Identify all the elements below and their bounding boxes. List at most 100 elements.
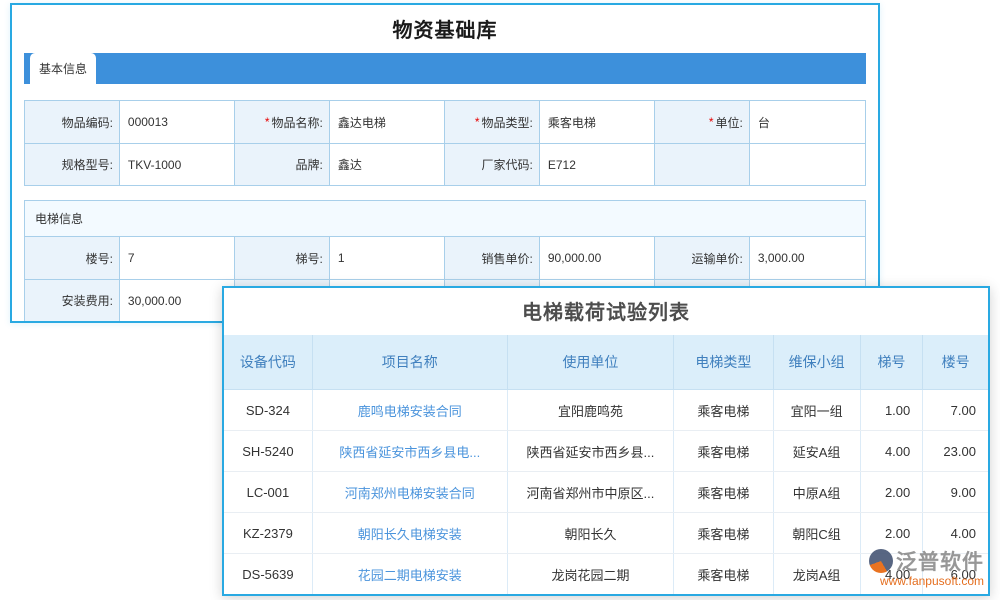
basic-info-table: 物品编码: 000013 *物品名称: 鑫达电梯 *物品类型: 乘客电梯 *单位… bbox=[24, 100, 866, 186]
field-label-unit: *单位: bbox=[655, 101, 750, 143]
cell-device-code: SH-5240 bbox=[224, 431, 312, 471]
table-row: SD-324 鹿鸣电梯安装合同 宜阳鹿鸣苑 乘客电梯 宜阳一组 1.00 7.0… bbox=[224, 390, 988, 431]
table-header-row: 设备代码 项目名称 使用单位 电梯类型 维保小组 梯号 楼号 bbox=[224, 335, 988, 390]
field-label-item-name: *物品名称: bbox=[235, 101, 330, 143]
cell-maintenance-group: 宜阳一组 bbox=[773, 390, 860, 430]
cell-lift-no: 2.00 bbox=[860, 513, 923, 553]
cell-building-no: 23.00 bbox=[922, 431, 988, 471]
field-value-transport-price[interactable]: 3,000.00 bbox=[750, 237, 865, 279]
field-value-lift-no[interactable]: 1 bbox=[330, 237, 445, 279]
field-label-lift-no: 梯号: bbox=[235, 237, 330, 279]
cell-lift-no: 2.00 bbox=[860, 472, 923, 512]
column-header-maintenance-group: 维保小组 bbox=[773, 335, 860, 389]
cell-using-unit: 陕西省延安市西乡县... bbox=[507, 431, 674, 471]
cell-lift-no: 4.00 bbox=[860, 431, 923, 471]
field-value-install-fee[interactable]: 30,000.00 bbox=[120, 279, 235, 321]
cell-maintenance-group: 朝阳C组 bbox=[773, 513, 860, 553]
screen: 物资基础库 基本信息 物品编码: 000013 *物品名称: 鑫达电梯 *物品类… bbox=[0, 0, 1000, 600]
field-label-text: 楼号: bbox=[86, 250, 113, 267]
field-value-building-no[interactable]: 7 bbox=[120, 237, 235, 279]
tab-bar: 基本信息 bbox=[24, 53, 866, 84]
field-label-text: 运输单价: bbox=[692, 250, 743, 267]
field-value-brand[interactable]: 鑫达 bbox=[330, 143, 445, 185]
cell-maintenance-group: 中原A组 bbox=[773, 472, 860, 512]
cell-device-code: SD-324 bbox=[224, 390, 312, 430]
project-link[interactable]: 河南郑州电梯安装合同 bbox=[345, 483, 475, 502]
column-header-lift-no: 梯号 bbox=[860, 335, 923, 389]
field-label-text: 梯号: bbox=[296, 250, 323, 267]
cell-using-unit: 河南省郑州市中原区... bbox=[507, 472, 674, 512]
section-title: 电梯信息 bbox=[25, 201, 865, 237]
field-label-text: 物品名称: bbox=[272, 114, 323, 131]
column-header-device-code: 设备代码 bbox=[224, 335, 312, 389]
project-link[interactable]: 花园二期电梯安装 bbox=[358, 565, 462, 584]
table-row: DS-5639 花园二期电梯安装 龙岗花园二期 乘客电梯 龙岗A组 4.00 6… bbox=[224, 554, 988, 595]
field-label-install-fee: 安装费用: bbox=[25, 279, 120, 321]
field-label-text: 销售单价: bbox=[482, 250, 533, 267]
cell-project-name: 河南郑州电梯安装合同 bbox=[312, 472, 507, 512]
field-value-empty bbox=[750, 143, 865, 185]
field-label-text: 物品类型: bbox=[482, 114, 533, 131]
field-label-text: 厂家代码: bbox=[482, 156, 533, 173]
table-row: KZ-2379 朝阳长久电梯安装 朝阳长久 乘客电梯 朝阳C组 2.00 4.0… bbox=[224, 513, 988, 554]
required-marker: * bbox=[475, 115, 480, 129]
project-link[interactable]: 鹿鸣电梯安装合同 bbox=[358, 401, 462, 420]
cell-building-no: 4.00 bbox=[922, 513, 988, 553]
project-link[interactable]: 陕西省延安市西乡县电... bbox=[339, 442, 480, 461]
column-header-elevator-type: 电梯类型 bbox=[673, 335, 772, 389]
page-title: 物资基础库 bbox=[12, 14, 878, 43]
field-value-spec-model[interactable]: TKV-1000 bbox=[120, 143, 235, 185]
field-value-unit[interactable]: 台 bbox=[750, 101, 865, 143]
required-marker: * bbox=[265, 115, 270, 129]
field-value-item-code[interactable]: 000013 bbox=[120, 101, 235, 143]
form-row: 物品编码: 000013 *物品名称: 鑫达电梯 *物品类型: 乘客电梯 *单位… bbox=[25, 101, 865, 143]
cell-building-no: 9.00 bbox=[922, 472, 988, 512]
field-label-transport-price: 运输单价: bbox=[655, 237, 750, 279]
table-row: LC-001 河南郑州电梯安装合同 河南省郑州市中原区... 乘客电梯 中原A组… bbox=[224, 472, 988, 513]
cell-device-code: LC-001 bbox=[224, 472, 312, 512]
field-value-item-name[interactable]: 鑫达电梯 bbox=[330, 101, 445, 143]
cell-elevator-type: 乘客电梯 bbox=[673, 513, 772, 553]
cell-lift-no: 1.00 bbox=[860, 390, 923, 430]
cell-project-name: 朝阳长久电梯安装 bbox=[312, 513, 507, 553]
cell-using-unit: 宜阳鹿鸣苑 bbox=[507, 390, 674, 430]
field-label-spec-model: 规格型号: bbox=[25, 143, 120, 185]
material-base-window: 物资基础库 基本信息 物品编码: 000013 *物品名称: 鑫达电梯 *物品类… bbox=[10, 3, 880, 323]
cell-project-name: 鹿鸣电梯安装合同 bbox=[312, 390, 507, 430]
cell-device-code: KZ-2379 bbox=[224, 513, 312, 553]
form-row: 楼号: 7 梯号: 1 销售单价: 90,000.00 运输单价: 3,000.… bbox=[25, 237, 865, 279]
cell-building-no: 7.00 bbox=[922, 390, 988, 430]
field-label-building-no: 楼号: bbox=[25, 237, 120, 279]
load-test-list-window: 电梯载荷试验列表 设备代码 项目名称 使用单位 电梯类型 维保小组 梯号 楼号 … bbox=[222, 286, 990, 596]
form-row: 规格型号: TKV-1000 品牌: 鑫达 厂家代码: E712 bbox=[25, 143, 865, 185]
field-label-item-type: *物品类型: bbox=[445, 101, 540, 143]
cell-lift-no: 4.00 bbox=[860, 554, 923, 594]
cell-maintenance-group: 龙岗A组 bbox=[773, 554, 860, 594]
field-label-text: 品牌: bbox=[296, 156, 323, 173]
field-value-sale-price[interactable]: 90,000.00 bbox=[540, 237, 655, 279]
column-header-using-unit: 使用单位 bbox=[507, 335, 674, 389]
cell-project-name: 花园二期电梯安装 bbox=[312, 554, 507, 594]
project-link[interactable]: 朝阳长久电梯安装 bbox=[358, 524, 462, 543]
cell-device-code: DS-5639 bbox=[224, 554, 312, 594]
field-label-brand: 品牌: bbox=[235, 143, 330, 185]
field-label-text: 物品编码: bbox=[62, 114, 113, 131]
field-label-sale-price: 销售单价: bbox=[445, 237, 540, 279]
field-value-item-type[interactable]: 乘客电梯 bbox=[540, 101, 655, 143]
column-header-building-no: 楼号 bbox=[922, 335, 988, 389]
cell-project-name: 陕西省延安市西乡县电... bbox=[312, 431, 507, 471]
cell-elevator-type: 乘客电梯 bbox=[673, 431, 772, 471]
field-label-text: 单位: bbox=[716, 114, 743, 131]
field-label-text: 规格型号: bbox=[62, 156, 113, 173]
field-value-vendor-code[interactable]: E712 bbox=[540, 143, 655, 185]
cell-elevator-type: 乘客电梯 bbox=[673, 390, 772, 430]
table-row: SH-5240 陕西省延安市西乡县电... 陕西省延安市西乡县... 乘客电梯 … bbox=[224, 431, 988, 472]
field-label-item-code: 物品编码: bbox=[25, 101, 120, 143]
cell-elevator-type: 乘客电梯 bbox=[673, 472, 772, 512]
cell-building-no: 6.00 bbox=[922, 554, 988, 594]
field-label-vendor-code: 厂家代码: bbox=[445, 143, 540, 185]
cell-using-unit: 龙岗花园二期 bbox=[507, 554, 674, 594]
field-label-text: 安装费用: bbox=[62, 292, 113, 309]
required-marker: * bbox=[709, 115, 714, 129]
tab-basic-info[interactable]: 基本信息 bbox=[30, 53, 96, 84]
